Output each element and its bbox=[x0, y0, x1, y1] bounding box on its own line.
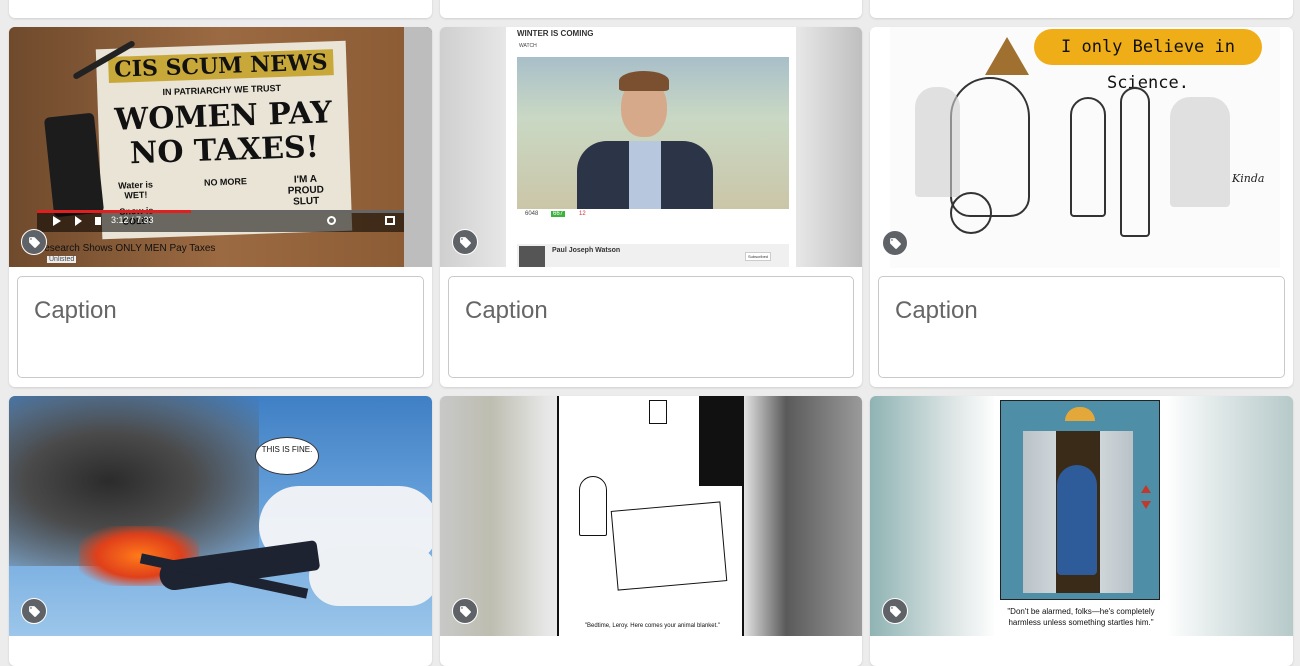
watch-label: WATCH bbox=[519, 43, 537, 49]
media-card-1[interactable]: CIS SCUM NEWS IN PATRIARCHY WE TRUST WOM… bbox=[9, 27, 432, 387]
video-status: Unlisted bbox=[47, 256, 77, 263]
subhead-2: NO MORE bbox=[203, 176, 248, 188]
elevator-person bbox=[1057, 465, 1097, 575]
fullscreen-icon[interactable] bbox=[385, 216, 395, 225]
tag-button[interactable] bbox=[452, 229, 478, 255]
subscribed-button[interactable]: Subscribed bbox=[745, 252, 772, 261]
media-card-6[interactable]: "Don't be alarmed, folks—he's completely… bbox=[870, 396, 1293, 666]
cartoon-caption: "Don't be alarmed, folks—he's completely… bbox=[1007, 607, 1155, 627]
presenter-hair bbox=[619, 71, 669, 91]
cloud-2 bbox=[309, 546, 432, 606]
video-frame bbox=[517, 57, 789, 209]
elevator-frame bbox=[1000, 400, 1160, 600]
presenter-shirt bbox=[629, 141, 661, 209]
animal-blanket bbox=[610, 501, 728, 591]
caption-input[interactable]: Caption bbox=[878, 276, 1285, 378]
tag-icon bbox=[28, 605, 40, 617]
cartoon-panel: "Don't be alarmed, folks—he's completely… bbox=[994, 396, 1168, 636]
progress-fill bbox=[37, 210, 192, 213]
tag-icon bbox=[889, 605, 901, 617]
elevator-floor-dial bbox=[1065, 407, 1095, 421]
media-card-4[interactable]: THIS IS FINE. bbox=[9, 396, 432, 666]
speech-bubble: THIS IS FINE. bbox=[255, 437, 319, 475]
caption-input[interactable]: Caption bbox=[17, 276, 424, 378]
tag-icon bbox=[28, 236, 40, 248]
caption-input[interactable]: Caption bbox=[448, 276, 854, 378]
video-title: WINTER IS COMING bbox=[517, 29, 594, 38]
thumbnail-cartoon[interactable]: "Bedtime, Leroy. Here comes your animal … bbox=[440, 396, 862, 636]
newspaper-masthead: CIS SCUM NEWS bbox=[108, 49, 334, 83]
tag-button[interactable] bbox=[882, 230, 908, 256]
thumbnail-video-screenshot[interactable]: WINTER IS COMING WATCH 6048 667 12 Paul … bbox=[440, 27, 862, 267]
channel-name: Paul Joseph Watson bbox=[552, 247, 621, 254]
media-card-5[interactable]: "Bedtime, Leroy. Here comes your animal … bbox=[440, 396, 862, 666]
speech-bubble: I only Believe in Science. bbox=[1034, 29, 1262, 93]
thumbnail-cartoon[interactable]: I only Believe in Science. Kinda bbox=[870, 27, 1293, 268]
cartoon-panel: "Bedtime, Leroy. Here comes your animal … bbox=[557, 396, 744, 636]
cuckoo-clock bbox=[649, 400, 667, 424]
play-icon[interactable] bbox=[53, 216, 61, 226]
tag-icon bbox=[459, 236, 471, 248]
background-figures-left bbox=[915, 87, 960, 197]
chameleon-tail bbox=[950, 192, 992, 234]
channel-avatar bbox=[519, 246, 545, 267]
tag-button[interactable] bbox=[21, 229, 47, 255]
up-arrow-icon bbox=[1141, 485, 1151, 493]
video-title: Research Shows ONLY MEN Pay Taxes bbox=[37, 243, 216, 254]
tag-icon bbox=[459, 605, 471, 617]
white-right-margin bbox=[404, 27, 432, 267]
thumbnail-cartoon[interactable]: "Don't be alarmed, folks—he's completely… bbox=[870, 396, 1293, 636]
card-partial-top-2 bbox=[440, 0, 862, 18]
dislikes-count[interactable]: 12 bbox=[579, 211, 586, 217]
cartoon-caption: "Bedtime, Leroy. Here comes your animal … bbox=[584, 623, 721, 629]
tag-button[interactable] bbox=[452, 598, 478, 624]
chameleon-hat bbox=[985, 37, 1029, 75]
next-icon[interactable] bbox=[75, 216, 82, 226]
thumbnail-video-screenshot[interactable]: CIS SCUM NEWS IN PATRIARCHY WE TRUST WOM… bbox=[9, 27, 432, 267]
tag-button[interactable] bbox=[882, 598, 908, 624]
birdcage bbox=[579, 476, 607, 536]
card-partial-top-1 bbox=[9, 0, 432, 18]
volume-icon[interactable] bbox=[95, 217, 101, 225]
tag-icon bbox=[889, 237, 901, 249]
background-figures bbox=[1170, 97, 1230, 207]
headline-2: NO TAXES! bbox=[129, 129, 320, 172]
subhead-1: Water is WET! bbox=[118, 179, 154, 201]
card-partial-top-3 bbox=[870, 0, 1293, 18]
channel-row: Paul Joseph Watson Subscribed bbox=[517, 244, 789, 267]
subhead-3: I'M A PROUD SLUT bbox=[287, 173, 325, 208]
video-time: 3:12 / 7:33 bbox=[111, 215, 154, 225]
views-count: 6048 bbox=[525, 211, 539, 217]
signature: Kinda bbox=[1232, 172, 1265, 185]
video-controls-bar[interactable]: 3:12 / 7:33 bbox=[37, 210, 404, 232]
screenshot-panel: WINTER IS COMING WATCH 6048 667 12 Paul … bbox=[506, 27, 796, 267]
phone-illustration bbox=[43, 112, 105, 218]
doorway bbox=[699, 396, 744, 486]
tag-button[interactable] bbox=[21, 598, 47, 624]
settings-icon[interactable] bbox=[327, 216, 336, 225]
thumbnail-burning-plane[interactable]: THIS IS FINE. bbox=[9, 396, 432, 636]
stats-row: 6048 667 12 bbox=[517, 211, 789, 221]
person-figure-1 bbox=[1070, 97, 1106, 217]
media-card-3[interactable]: I only Believe in Science. Kinda Caption bbox=[870, 27, 1293, 387]
down-arrow-icon bbox=[1141, 501, 1151, 509]
likes-count[interactable]: 667 bbox=[551, 211, 566, 217]
progress-bar[interactable] bbox=[37, 210, 404, 213]
media-card-2[interactable]: WINTER IS COMING WATCH 6048 667 12 Paul … bbox=[440, 27, 862, 387]
person-figure-2 bbox=[1120, 87, 1150, 237]
